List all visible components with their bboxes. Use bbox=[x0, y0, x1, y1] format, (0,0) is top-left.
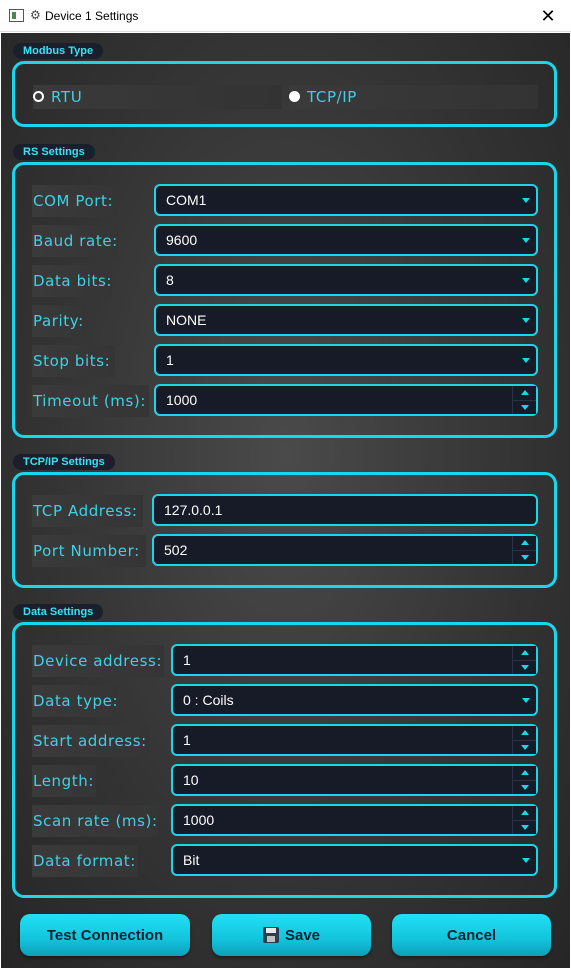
com-port-label: COM Port: bbox=[32, 185, 118, 217]
spin-down-icon[interactable] bbox=[512, 740, 536, 754]
cancel-button[interactable]: Cancel bbox=[392, 914, 551, 956]
parity-combo[interactable]: NONE bbox=[154, 304, 538, 336]
spin-up-icon[interactable] bbox=[512, 726, 536, 740]
start-address-spinbox[interactable]: 1 bbox=[171, 724, 538, 756]
stop-bits-combo[interactable]: 1 bbox=[154, 344, 538, 376]
timeout-label: Timeout (ms): bbox=[32, 385, 149, 417]
save-disk-icon bbox=[262, 927, 279, 943]
gear-icon: ⚙ bbox=[30, 8, 41, 22]
close-button[interactable]: ✕ bbox=[525, 0, 571, 32]
data-bits-value: 8 bbox=[166, 272, 174, 288]
test-connection-label: Test Connection bbox=[46, 926, 164, 944]
radio-tcpip-label: TCP/IP bbox=[307, 88, 357, 106]
modbus-type-label: Modbus Type bbox=[13, 43, 104, 59]
timeout-spinbox[interactable]: 1000 bbox=[154, 384, 538, 416]
stop-bits-value: 1 bbox=[166, 352, 174, 368]
spin-up-icon[interactable] bbox=[512, 766, 536, 780]
port-number-value: 502 bbox=[164, 542, 188, 558]
save-label: Save bbox=[284, 926, 321, 944]
parity-label: Parity: bbox=[32, 305, 87, 337]
device-address-label: Device address: bbox=[32, 645, 164, 677]
chevron-down-icon bbox=[522, 318, 530, 323]
spin-down-icon[interactable] bbox=[512, 780, 536, 794]
spin-down-icon[interactable] bbox=[512, 820, 536, 834]
spin-down-icon[interactable] bbox=[512, 660, 536, 674]
length-spinbox[interactable]: 10 bbox=[171, 764, 538, 796]
cancel-label: Cancel bbox=[446, 926, 497, 944]
port-number-label: Port Number: bbox=[32, 535, 146, 567]
baud-rate-combo[interactable]: 9600 bbox=[154, 224, 538, 256]
length-label: Length: bbox=[32, 765, 96, 797]
app-window-icon bbox=[9, 9, 24, 22]
scan-rate-value: 1000 bbox=[183, 812, 215, 828]
chevron-down-icon bbox=[522, 858, 530, 863]
chevron-down-icon bbox=[522, 278, 530, 283]
data-format-combo[interactable]: Bit bbox=[171, 844, 538, 876]
radio-checked-icon bbox=[289, 91, 300, 102]
data-format-label: Data format: bbox=[32, 845, 138, 877]
stop-bits-label: Stop bits: bbox=[32, 345, 115, 377]
chevron-down-icon bbox=[522, 198, 530, 203]
tcp-address-input[interactable]: 127.0.0.1 bbox=[152, 494, 538, 526]
window-titlebar: ⚙ Device 1 Settings ✕ bbox=[0, 0, 571, 32]
chevron-down-icon bbox=[522, 358, 530, 363]
data-bits-label: Data bits: bbox=[32, 265, 112, 297]
tcp-settings-group bbox=[12, 472, 557, 588]
radio-rtu[interactable]: RTU bbox=[33, 85, 282, 109]
spin-up-icon[interactable] bbox=[512, 646, 536, 660]
port-number-spinbox[interactable]: 502 bbox=[152, 534, 538, 566]
baud-rate-value: 9600 bbox=[166, 232, 198, 248]
start-address-value: 1 bbox=[183, 732, 191, 748]
spin-down-icon[interactable] bbox=[512, 550, 536, 564]
dialog-client-area: Modbus Type RTU TCP/IP RS Settings COM P… bbox=[1, 33, 570, 968]
com-port-combo[interactable]: COM1 bbox=[154, 184, 538, 216]
baud-rate-label: Baud rate: bbox=[32, 225, 118, 257]
tcp-settings-label: TCP/IP Settings bbox=[13, 454, 115, 470]
tcp-address-label: TCP Address: bbox=[32, 495, 143, 527]
timeout-value: 1000 bbox=[166, 392, 198, 408]
rs-settings-label: RS Settings bbox=[13, 144, 95, 160]
data-format-value: Bit bbox=[183, 852, 200, 868]
tcp-address-value: 127.0.0.1 bbox=[164, 502, 223, 518]
spin-down-icon[interactable] bbox=[512, 400, 536, 414]
radio-rtu-label: RTU bbox=[51, 88, 83, 106]
scan-rate-spinbox[interactable]: 1000 bbox=[171, 804, 538, 836]
radio-tcpip[interactable]: TCP/IP bbox=[289, 85, 538, 109]
chevron-down-icon bbox=[522, 238, 530, 243]
data-settings-label: Data Settings bbox=[13, 604, 104, 620]
length-value: 10 bbox=[183, 772, 199, 788]
window-title: Device 1 Settings bbox=[45, 9, 139, 23]
save-button[interactable]: Save bbox=[212, 914, 371, 956]
data-type-value: 0 : Coils bbox=[183, 692, 234, 708]
com-port-value: COM1 bbox=[166, 192, 207, 208]
data-bits-combo[interactable]: 8 bbox=[154, 264, 538, 296]
radio-unchecked-icon bbox=[33, 91, 44, 102]
spin-up-icon[interactable] bbox=[512, 386, 536, 400]
data-type-combo[interactable]: 0 : Coils bbox=[171, 684, 538, 716]
spin-up-icon[interactable] bbox=[512, 806, 536, 820]
data-type-label: Data type: bbox=[32, 685, 118, 717]
test-connection-button[interactable]: Test Connection bbox=[20, 914, 190, 956]
spin-up-icon[interactable] bbox=[512, 536, 536, 550]
close-icon: ✕ bbox=[540, 5, 556, 27]
device-address-value: 1 bbox=[183, 652, 191, 668]
scan-rate-label: Scan rate (ms): bbox=[32, 805, 157, 837]
start-address-label: Start address: bbox=[32, 725, 149, 757]
parity-value: NONE bbox=[166, 312, 207, 328]
chevron-down-icon bbox=[522, 698, 530, 703]
device-address-spinbox[interactable]: 1 bbox=[171, 644, 538, 676]
